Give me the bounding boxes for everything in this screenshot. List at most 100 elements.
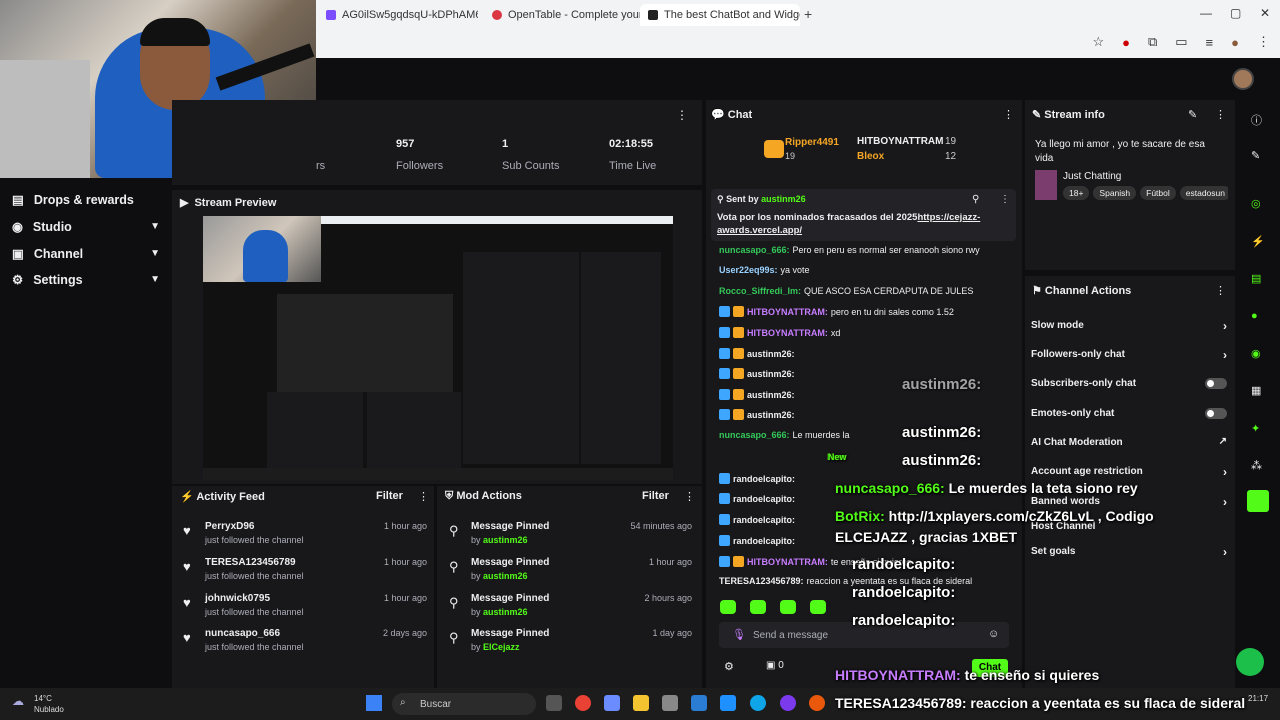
task-view-icon[interactable] <box>546 695 562 711</box>
settings-icon[interactable]: ⚙ <box>724 660 734 673</box>
browser-tab-2[interactable]: OpenTable - Complete your re× <box>484 4 644 26</box>
profile-avatar-icon[interactable]: ● <box>1231 35 1239 50</box>
stream-preview-video[interactable] <box>203 216 673 480</box>
tab-favicon-icon <box>648 10 658 20</box>
stat-followers-value: 957 <box>396 138 415 150</box>
emoji-icon[interactable]: ☺ <box>988 628 999 640</box>
dashboard-header <box>316 58 1280 100</box>
new-tab-button[interactable]: + <box>804 6 812 22</box>
close-window-icon[interactable]: ✕ <box>1260 6 1270 20</box>
chevron-right-icon: › <box>1223 465 1227 479</box>
dropbox-icon[interactable] <box>720 695 736 711</box>
points-counter: ▣ 0 <box>766 660 784 671</box>
support-chat-button[interactable] <box>1236 648 1264 676</box>
wrench-icon[interactable]: ✦ <box>1251 422 1260 435</box>
menu-kebab-icon[interactable]: ⋮ <box>1215 108 1226 121</box>
sidebar-item-label: Studio <box>32 219 72 234</box>
taskbar-search[interactable]: Buscar <box>392 693 536 715</box>
maximize-icon[interactable]: ▢ <box>1230 6 1241 20</box>
menu-kebab-icon[interactable]: ⋮ <box>676 108 688 122</box>
menu-kebab-icon[interactable]: ⋮ <box>1003 108 1014 121</box>
tag[interactable]: estadosun <box>1179 186 1228 200</box>
menu-kebab-icon[interactable]: ⋮ <box>418 490 429 503</box>
action-subscribers-only[interactable]: Subscribers-only chat <box>1031 378 1227 389</box>
sidebar-item-channel[interactable]: ▣ Channel ▼ <box>12 246 160 262</box>
tab-label: AG0ilSw5gqdsqU-kDPhAM6UH <box>342 9 478 21</box>
stat-time-value: 02:18:55 <box>609 138 654 150</box>
user-avatar[interactable] <box>1232 68 1254 90</box>
browser-tab-1[interactable]: AG0ilSw5gqdsqU-kDPhAM6UH× <box>318 4 478 26</box>
layout-icon[interactable]: ▦ <box>1251 384 1261 397</box>
channel-icon: ▣ <box>12 247 24 261</box>
bookmark-star-icon[interactable]: ☆ <box>1092 34 1104 50</box>
activity-feed-title: ⚡ Activity Feed <box>180 491 265 503</box>
heart-icon: ♥ <box>183 523 191 538</box>
nodes-icon[interactable]: ⁂ <box>1251 459 1262 472</box>
mic-icon[interactable]: 🎙 <box>732 628 746 641</box>
clock[interactable]: 21:17 <box>1248 694 1268 703</box>
emote-icon[interactable] <box>750 600 766 614</box>
action-followers-only[interactable]: Followers-only chat › <box>1031 348 1227 362</box>
overlay-chat-line: nuncasapo_666: Le muerdes la teta siono … <box>835 480 1138 496</box>
sidebar-item-settings[interactable]: ⚙ Settings ▼ <box>12 272 160 288</box>
mail-icon[interactable] <box>691 695 707 711</box>
menu-kebab-icon[interactable]: ⋮ <box>684 490 695 503</box>
weather-temp[interactable]: 14°C <box>34 694 52 703</box>
browser-tab-3[interactable]: The best ChatBot and Widgets× <box>640 4 800 26</box>
pin-icon[interactable]: ⚲ <box>972 194 979 205</box>
sidebar-item-studio[interactable]: ◉ Studio ▼ <box>12 219 160 235</box>
copilot-icon[interactable] <box>604 695 620 711</box>
emote-icon[interactable] <box>810 600 826 614</box>
edge-icon[interactable] <box>750 695 766 711</box>
broadcast-icon[interactable]: ◉ <box>1251 347 1261 360</box>
subscribers-only-toggle[interactable] <box>1205 378 1227 389</box>
file-explorer-icon[interactable] <box>633 695 649 711</box>
pencil-icon[interactable]: ✎ <box>1251 149 1260 162</box>
pin-icon: ⚲ <box>449 559 459 574</box>
activity-feed-panel <box>172 486 434 688</box>
stream-title: Ya llego mi amor , yo te sacare de esa v… <box>1035 139 1205 164</box>
extension-opera-icon[interactable]: ● <box>1122 35 1130 50</box>
cast-icon[interactable]: ▭ <box>1175 34 1187 50</box>
add-widget-button[interactable] <box>1247 490 1269 512</box>
tag[interactable]: 18+ <box>1063 186 1090 200</box>
menu-kebab-icon[interactable]: ⋮ <box>1000 194 1010 205</box>
tag[interactable]: Fútbol <box>1140 186 1176 200</box>
discord-icon[interactable] <box>780 695 796 711</box>
chat-bubble-icon[interactable]: ● <box>1251 310 1258 322</box>
menu-kebab-icon[interactable]: ⋮ <box>1215 284 1226 297</box>
minimize-icon[interactable]: — <box>1200 6 1212 20</box>
activity-filter-button[interactable]: Filter <box>376 490 403 502</box>
emote-icon[interactable] <box>720 600 736 614</box>
windows-start-icon[interactable] <box>366 695 382 711</box>
info-icon[interactable]: ⓘ <box>1251 112 1262 128</box>
action-account-age[interactable]: Account age restriction › <box>1031 465 1227 479</box>
chat-message: randoelcapito: <box>719 473 798 484</box>
action-ai-moderation[interactable]: AI Chat Moderation ↗ <box>1031 436 1227 448</box>
mod-filter-button[interactable]: Filter <box>642 490 669 502</box>
tag[interactable]: Spanish <box>1093 186 1137 200</box>
weather-desc: Nublado <box>34 705 64 714</box>
emotes-only-toggle[interactable] <box>1205 408 1227 419</box>
media-icon[interactable]: ≡ <box>1206 35 1214 50</box>
store-icon[interactable] <box>662 695 678 711</box>
emote-icon[interactable] <box>780 600 796 614</box>
action-emotes-only[interactable]: Emotes-only chat <box>1031 408 1227 419</box>
mod-action-item: ⚲ Message Pinned by austinm26 54 minutes ag… <box>449 521 692 545</box>
leader-name: HITBOYNATTRAM <box>857 136 944 147</box>
lightning-icon[interactable]: ⚡ <box>1251 235 1265 248</box>
clipboard-icon[interactable]: ▤ <box>1251 272 1261 285</box>
target-icon[interactable]: ◎ <box>1251 197 1261 210</box>
chrome-icon[interactable] <box>575 695 591 711</box>
brave-icon[interactable] <box>809 695 825 711</box>
extensions-icon[interactable]: ⧉ <box>1148 34 1157 50</box>
action-banned-words[interactable]: Banned words › <box>1031 495 1227 509</box>
menu-kebab-icon[interactable]: ⋮ <box>1257 34 1270 50</box>
stats-panel: rs 957 Followers 1 Sub Counts 02:18:55 T… <box>172 100 702 185</box>
action-set-goals[interactable]: Set goals › <box>1031 545 1227 559</box>
tab-favicon-icon <box>326 10 336 20</box>
action-slow-mode[interactable]: Slow mode › <box>1031 319 1227 333</box>
edit-icon[interactable]: ✎ <box>1188 108 1197 121</box>
sidebar-item-drops[interactable]: ▤ Drops & rewards <box>12 192 160 208</box>
stream-info-title: ✎ Stream info <box>1032 109 1105 121</box>
